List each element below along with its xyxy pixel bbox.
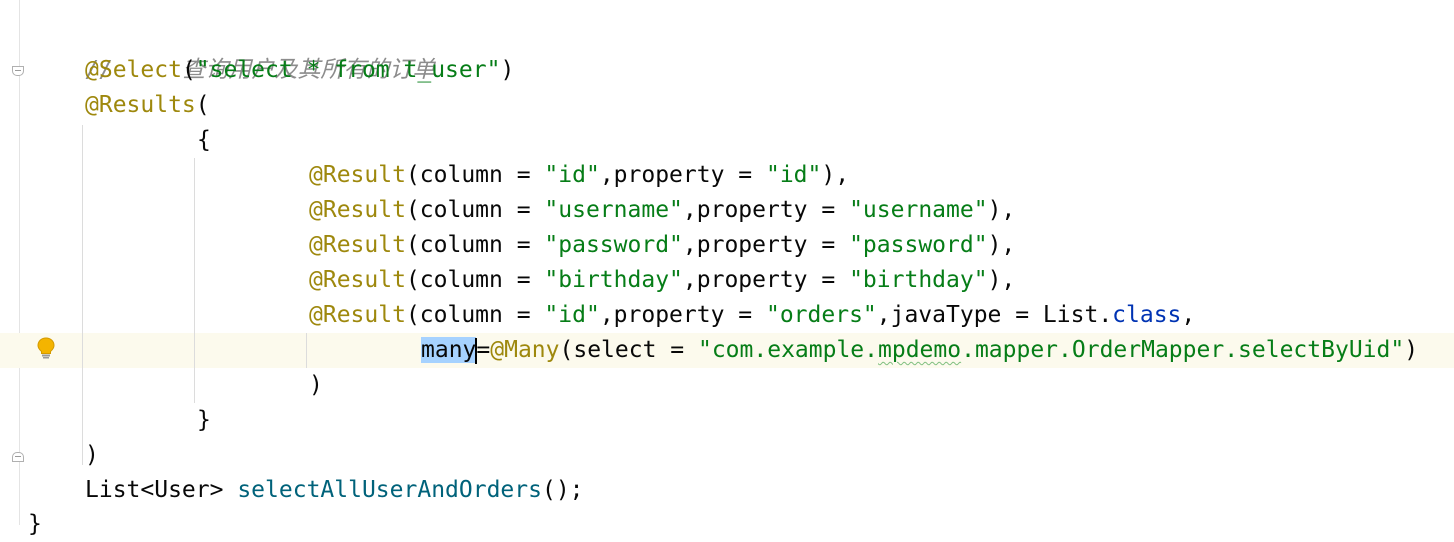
code-line-result-5: @Result(column = "id",property = "orders… [309, 302, 1196, 328]
code-line-brace-open: { [197, 127, 211, 153]
select-query-string: "select * from t_user" [195, 57, 501, 83]
indent-guide [82, 125, 83, 465]
many-annotation: @Many [490, 337, 560, 363]
indent-guide [194, 158, 195, 403]
code-line-result-3: @Result(column = "password",property = "… [309, 232, 1016, 258]
code-line-brace-close: } [197, 407, 211, 433]
method-name: selectAllUserAndOrders [237, 477, 542, 503]
code-line-method: List<User> selectAllUserAndOrders(); [85, 477, 584, 503]
code-line-results: @Results( [85, 92, 210, 118]
code-line-select: @Select("select * from t_user") [85, 57, 515, 83]
selected-text[interactable]: many [421, 337, 477, 363]
code-line-results-close: ) [85, 442, 99, 468]
code-line-result-2: @Result(column = "username",property = "… [309, 197, 1016, 223]
gutter-divider [19, 0, 20, 525]
lightbulb-icon[interactable] [37, 337, 55, 359]
select-annotation: @Select [85, 57, 182, 83]
code-line-many: many=@Many(select = "com.example.mpdemo.… [421, 337, 1419, 364]
fold-end-icon[interactable] [12, 452, 24, 462]
code-line-result-1: @Result(column = "id",property = "id"), [309, 162, 850, 188]
code-line-comment: // 查询用户及其所有的订单 [30, 18, 435, 83]
code-line-result-4: @Result(column = "birthday",property = "… [309, 267, 1016, 293]
results-annotation: @Results [85, 92, 196, 118]
code-line-inner-close: ) [309, 372, 323, 398]
class-keyword: class [1112, 302, 1182, 328]
typo-underline: mpdemo [878, 337, 962, 363]
fold-start-icon[interactable] [12, 66, 24, 76]
indent-guide [306, 333, 307, 368]
